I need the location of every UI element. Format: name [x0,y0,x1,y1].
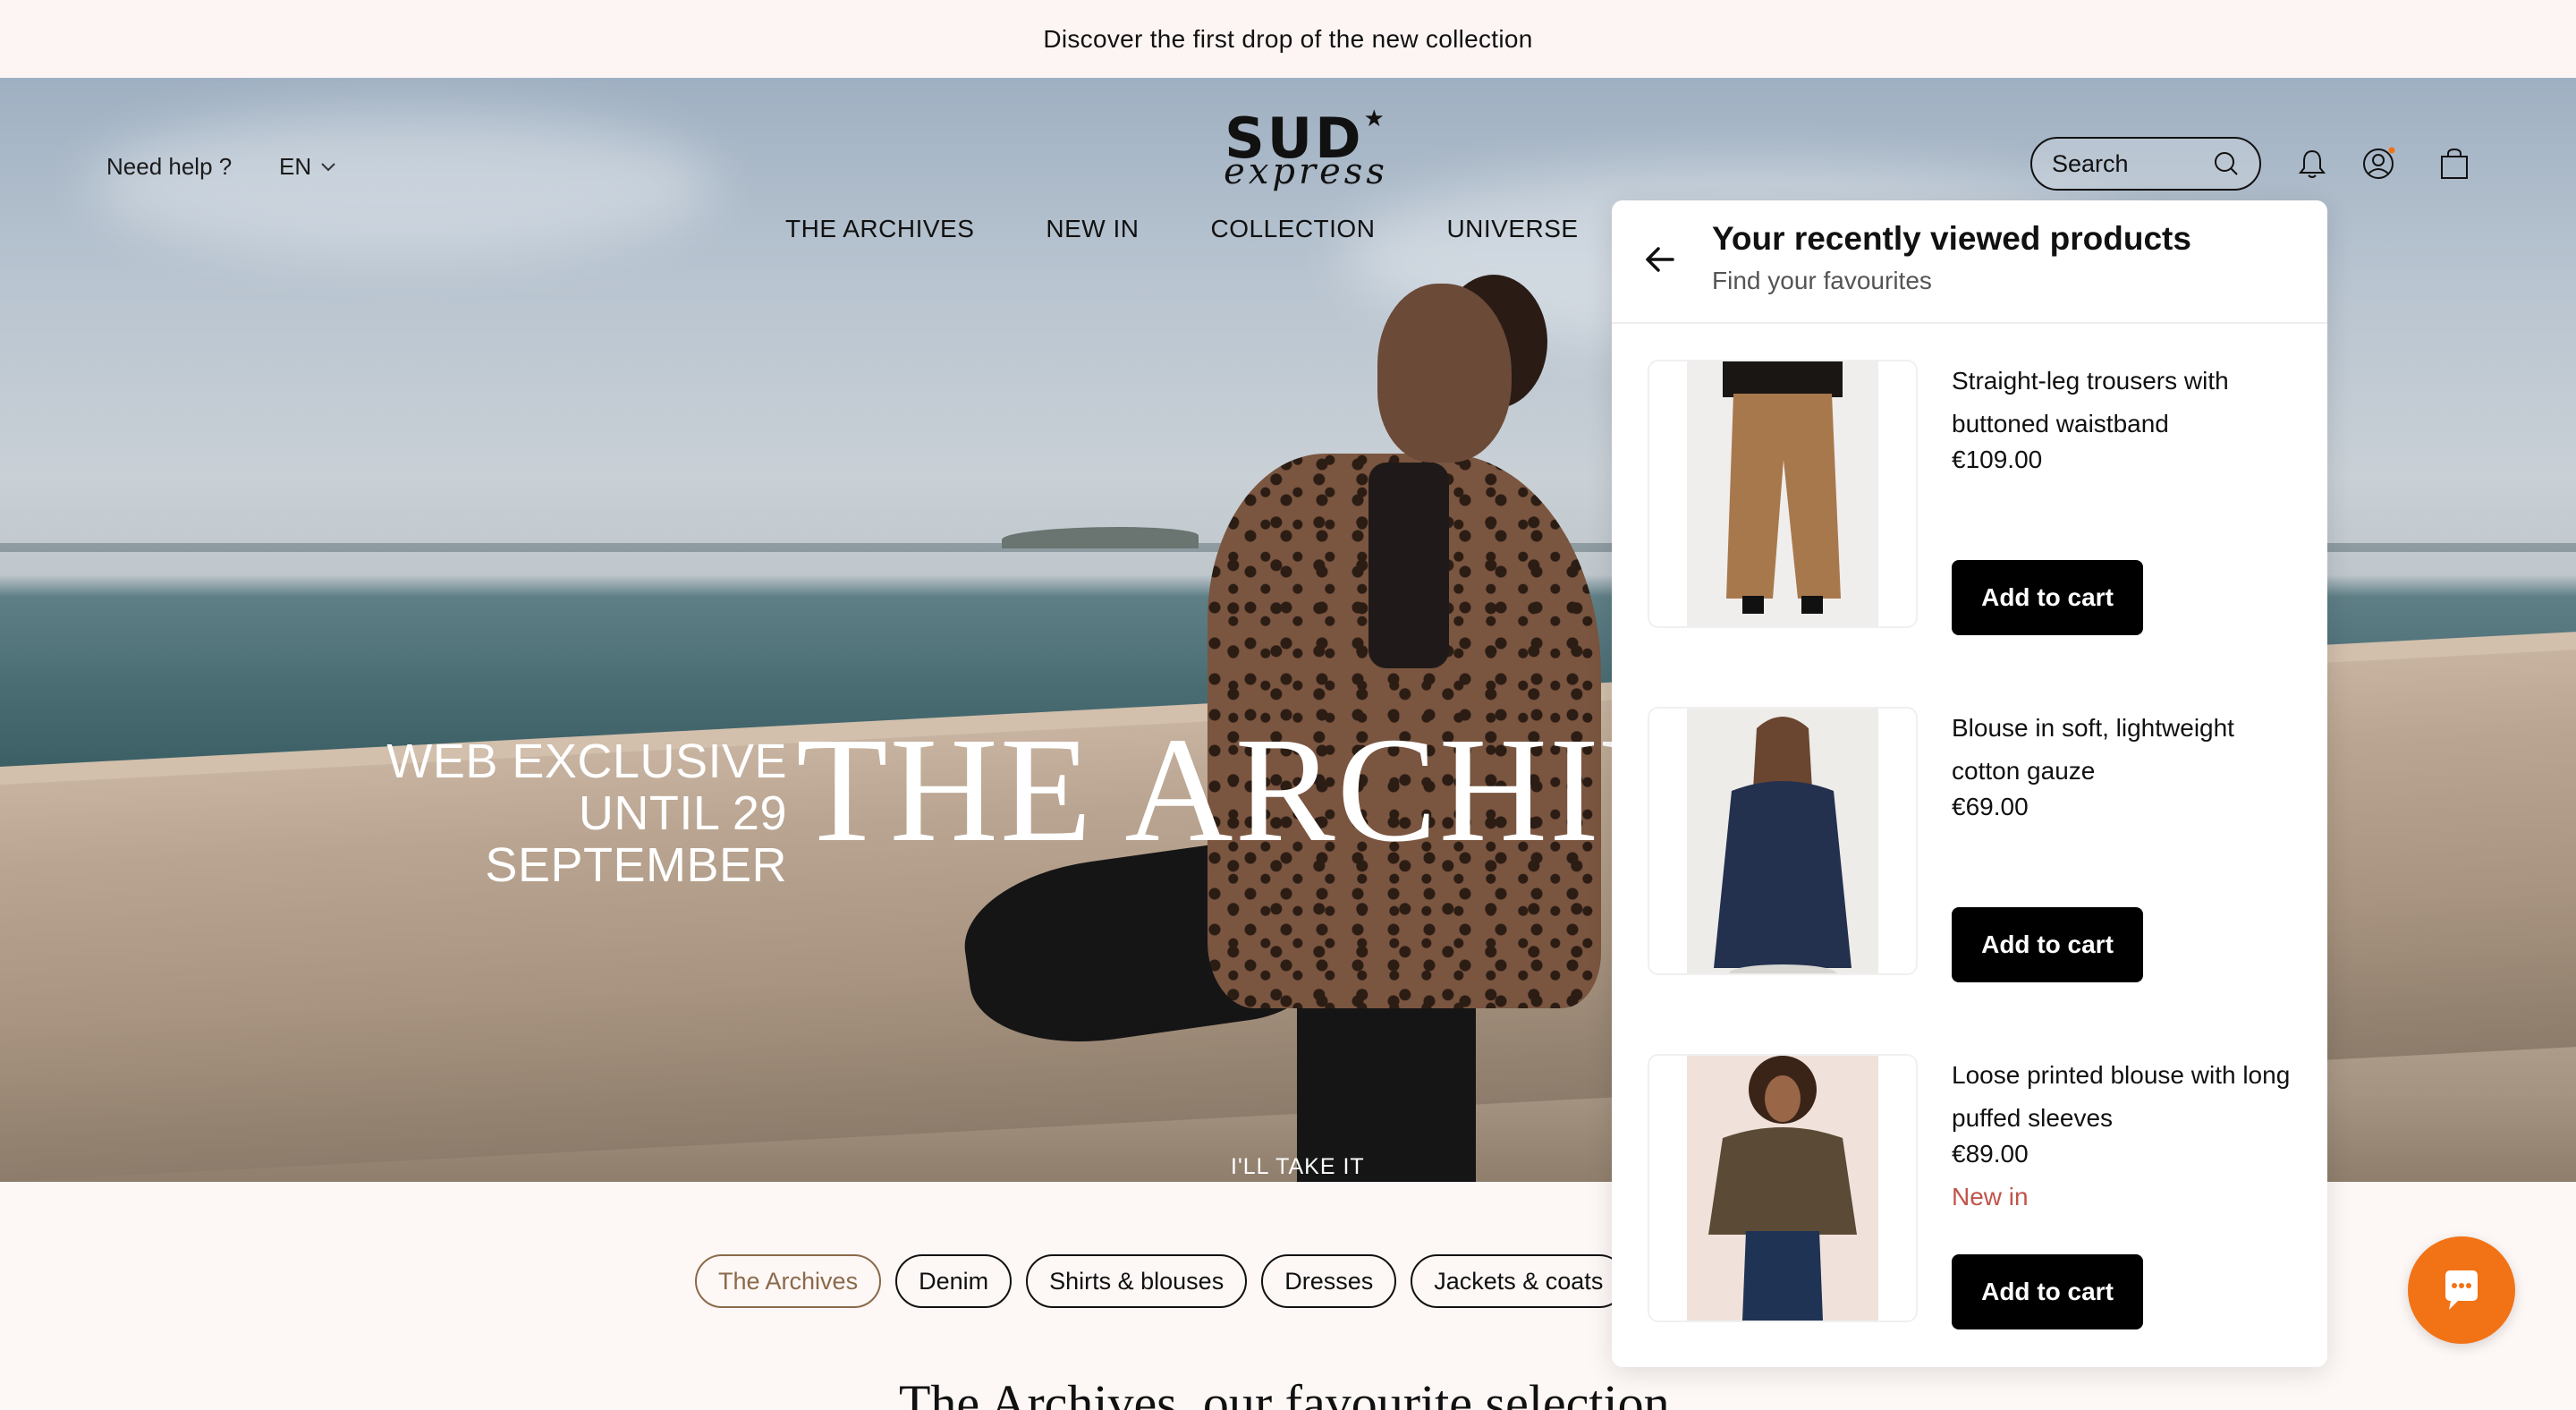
category-pill-archives[interactable]: The Archives [695,1254,882,1308]
user-icon[interactable] [2361,147,2395,181]
product-card: Straight-leg trousers with buttoned wais… [1648,360,2292,635]
panel-subtitle: Find your favourites [1712,267,1932,294]
panel-header: Your recently viewed products Find your … [1612,200,2327,324]
section-title: The Archives, our favourite selection [899,1374,1670,1410]
language-selector[interactable]: EN [279,153,336,181]
nav-item-universe[interactable]: UNIVERSE [1446,215,1578,243]
category-pills: The Archives Denim Shirts & blouses Dres… [695,1254,1627,1308]
model-head [1377,284,1512,463]
sky-cloud [89,114,716,257]
product-image [1687,709,1878,973]
product-name[interactable]: Straight-leg trousers with buttoned wais… [1952,360,2292,446]
product-name[interactable]: Loose printed blouse with long puffed sl… [1952,1054,2292,1140]
product-price: €89.00 [1952,1140,2029,1168]
new-in-badge: New in [1952,1183,2029,1210]
help-link[interactable]: Need help ? [106,153,232,181]
nav-item-new-in[interactable]: NEW IN [1046,215,1139,243]
search-placeholder: Search [2052,149,2129,177]
announcement-text: Discover the first drop of the new colle… [1043,24,1533,53]
category-pill-jackets[interactable]: Jackets & coats [1411,1254,1627,1308]
bag-icon[interactable] [2437,147,2471,181]
product-thumbnail[interactable] [1648,707,1918,975]
panel-title: Your recently viewed products [1712,220,2191,257]
nav-item-collection[interactable]: COLLECTION [1211,215,1376,243]
category-pill-dresses[interactable]: Dresses [1261,1254,1397,1308]
chat-icon [2445,1270,2478,1310]
product-thumbnail[interactable] [1648,360,1918,628]
search-input[interactable]: Search [2030,137,2261,191]
model-top [1368,463,1449,668]
product-image [1687,361,1878,626]
nav-item-archives[interactable]: THE ARCHIVES [785,215,974,243]
add-to-cart-button[interactable]: Add to cart [1952,560,2143,635]
hero-cta-link[interactable]: I'LL TAKE IT [1231,1154,1365,1182]
product-name[interactable]: Blouse in soft, lightweight cotton gauze [1952,707,2292,793]
language-label: EN [279,153,312,180]
product-price: €109.00 [1952,446,2043,473]
search-icon [2215,152,2238,175]
hero-line-1: WEB EXCLUSIVE [386,735,787,788]
category-pill-denim[interactable]: Denim [895,1254,1013,1308]
hero-model-image [912,212,1601,1182]
product-card: Blouse in soft, lightweight cotton gauze… [1648,707,2292,982]
product-price: €69.00 [1952,793,2029,820]
product-card: Loose printed blouse with long puffed sl… [1648,1054,2292,1329]
announcement-bar: Discover the first drop of the new colle… [0,0,2576,78]
hero-subtitle: WEB EXCLUSIVE UNTIL 29 SEPTEMBER [304,735,787,891]
product-thumbnail[interactable] [1648,1054,1918,1322]
product-image [1687,1056,1878,1321]
recently-viewed-panel: Your recently viewed products Find your … [1612,200,2327,1367]
add-to-cart-button[interactable]: Add to cart [1952,907,2143,982]
chevron-down-icon [321,162,335,171]
chat-button[interactable] [2408,1236,2515,1344]
category-pill-shirts[interactable]: Shirts & blouses [1026,1254,1248,1308]
star-icon: ★ [1363,106,1387,132]
arrow-left-icon[interactable] [1642,242,1678,277]
add-to-cart-button[interactable]: Add to cart [1952,1254,2143,1329]
logo-script: express [1224,151,1388,192]
main-nav: THE ARCHIVES NEW IN COLLECTION UNIVERSE … [785,215,1667,243]
brand-logo[interactable]: SUD★ express [1199,106,1413,204]
hero-line-2: UNTIL 29 SEPTEMBER [485,786,787,892]
bell-icon[interactable] [2295,147,2329,181]
